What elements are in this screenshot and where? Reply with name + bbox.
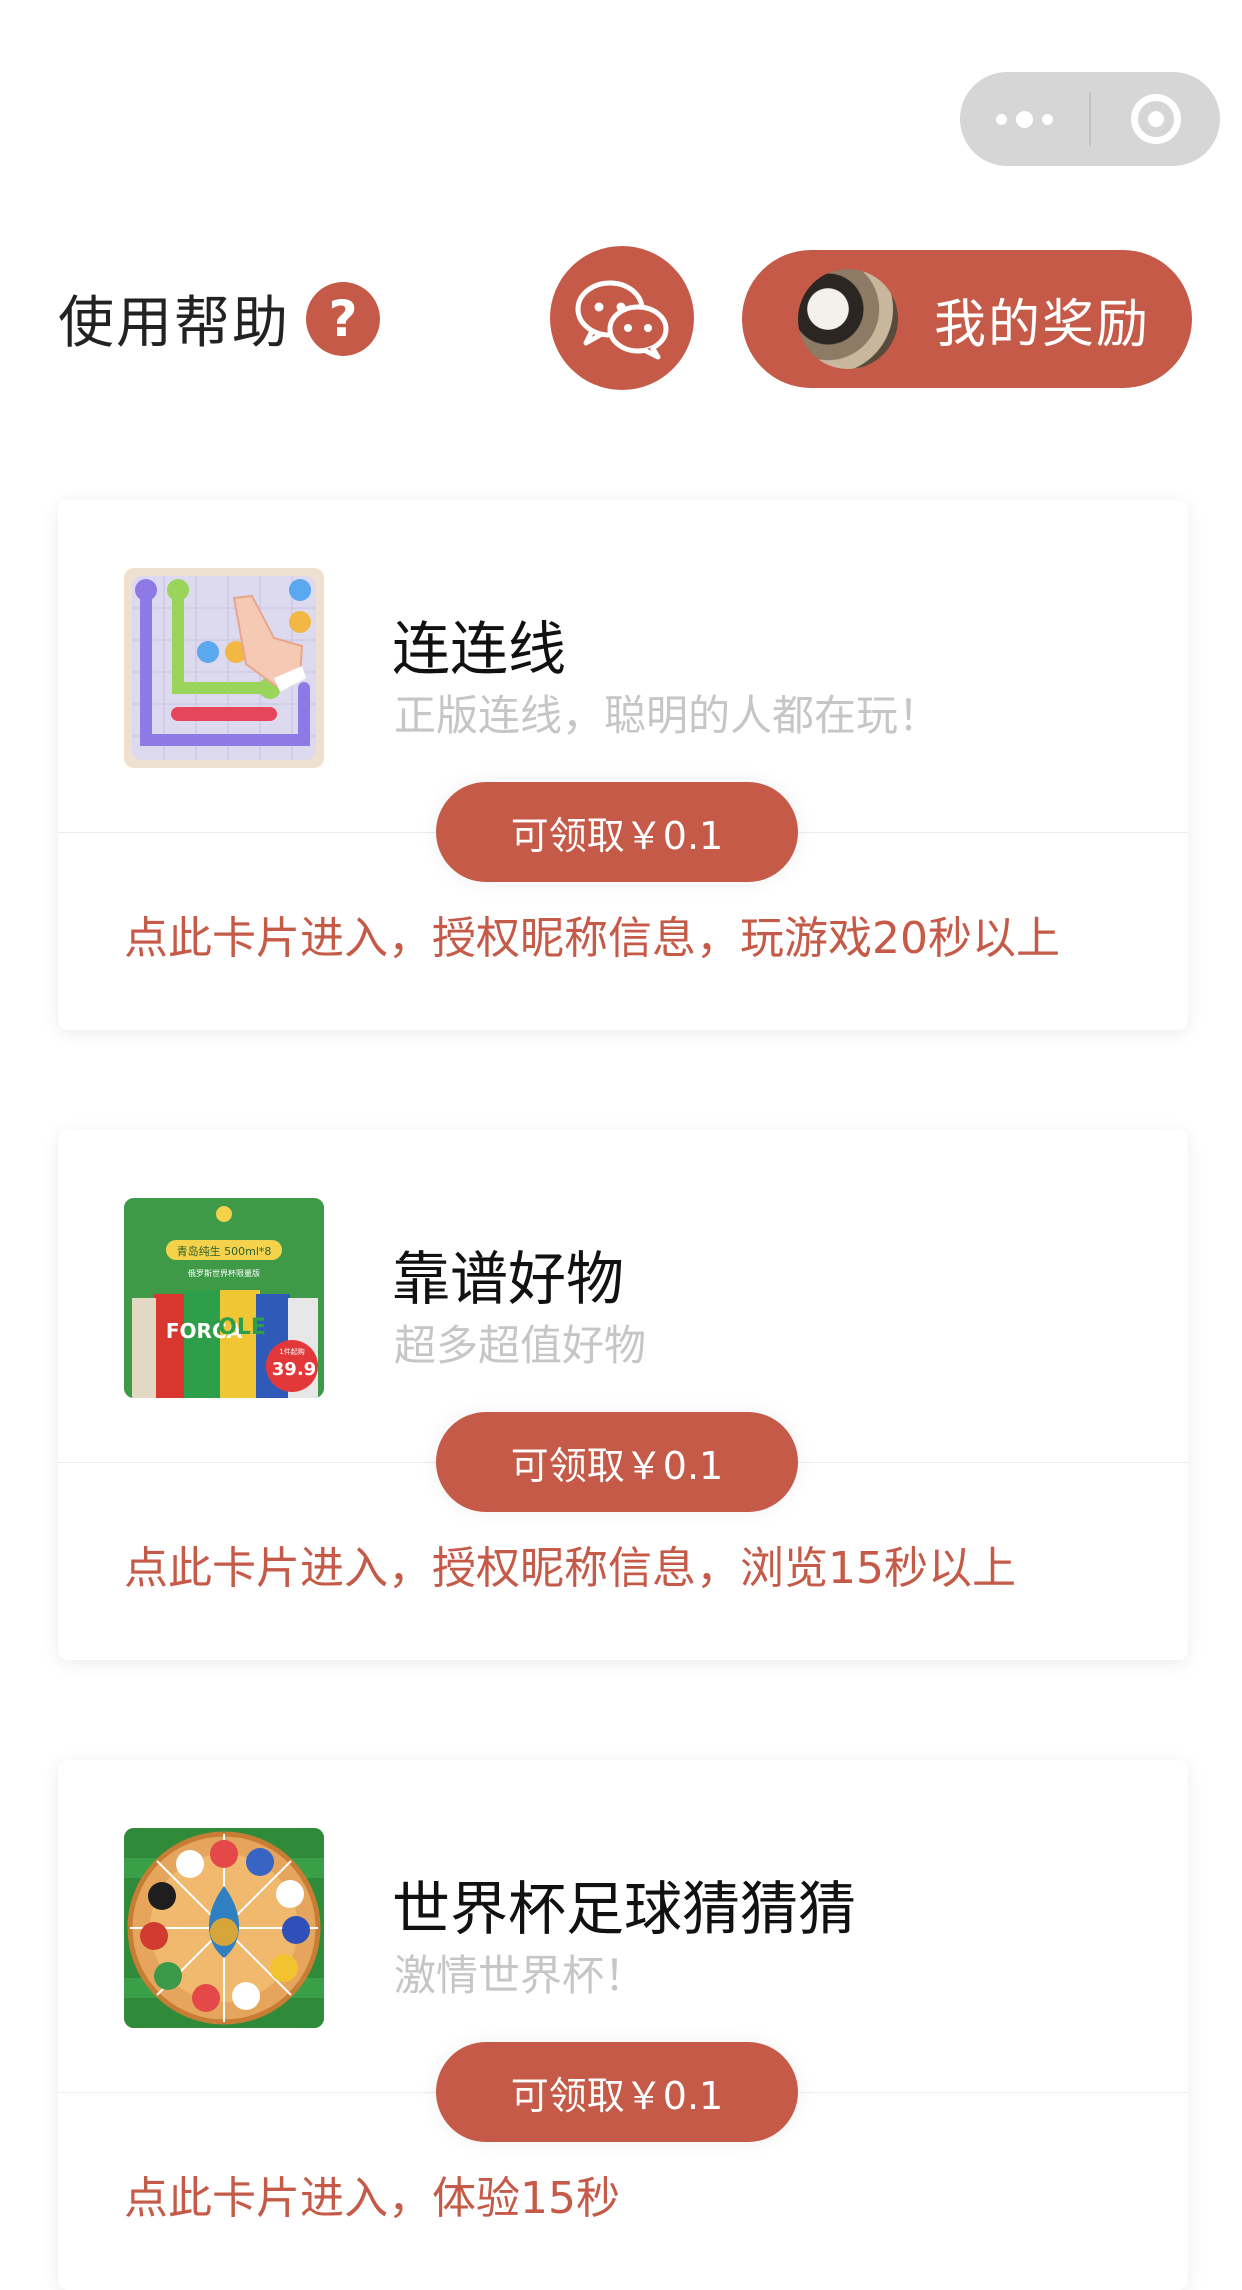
beer-promo-title: 青岛纯生 500ml*8	[177, 1244, 272, 1258]
help-label: 使用帮助	[58, 291, 290, 356]
more-button[interactable]	[960, 72, 1089, 166]
card-title: 靠谱好物	[392, 1245, 625, 1313]
card-subtitle: 激情世界杯！	[394, 1951, 647, 2000]
beer-cans-product-icon: 青岛纯生 500ml*8 俄罗斯世界杯限量版 FORCA OLE 1件起购 39…	[124, 1198, 324, 1398]
task-instruction: 点此卡片进入，体验15秒	[124, 2173, 620, 2224]
task-card-kaopu-haowu[interactable]: 青岛纯生 500ml*8 俄罗斯世界杯限量版 FORCA OLE 1件起购 39…	[58, 1130, 1188, 1660]
world-cup-wheel-icon	[124, 1828, 324, 2028]
card-title: 世界杯足球猜猜猜	[392, 1875, 857, 1943]
card-title: 连连线	[392, 615, 567, 683]
my-rewards-button[interactable]: 我的奖励	[742, 250, 1192, 388]
task-instruction: 点此卡片进入，授权昵称信息，浏览15秒以上	[124, 1543, 1016, 1594]
wechat-chat-icon	[575, 280, 669, 360]
wechat-contact-button[interactable]	[550, 246, 694, 390]
task-card-world-cup-guess[interactable]: 世界杯足球猜猜猜 激情世界杯！ 可领取￥0.1 点此卡片进入，体验15秒	[58, 1760, 1188, 2290]
avatar	[798, 269, 898, 369]
price-tag-label: 1件起购	[279, 1347, 304, 1356]
target-circle-icon	[1130, 94, 1181, 144]
claim-reward-button[interactable]: 可领取￥0.1	[436, 2042, 798, 2142]
help-link[interactable]: 使用帮助 ?	[58, 278, 380, 359]
reward-label: 我的奖励	[934, 294, 1151, 355]
more-dots-icon	[996, 110, 1053, 128]
task-card-lianlianxian[interactable]: 连连线 正版连线，聪明的人都在玩！ 可领取￥0.1 点此卡片进入，授权昵称信息，…	[58, 500, 1188, 1030]
price-tag-value: 39.9	[272, 1359, 316, 1380]
question-icon: ?	[306, 281, 380, 356]
beer-can-label-2: OLE	[218, 1315, 266, 1340]
close-mini-program-button[interactable]	[1091, 72, 1220, 166]
claim-reward-button[interactable]: 可领取￥0.1	[436, 782, 798, 882]
mini-program-capsule	[960, 72, 1220, 166]
card-subtitle: 正版连线，聪明的人都在玩！	[394, 691, 941, 740]
beer-promo-sub: 俄罗斯世界杯限量版	[188, 1268, 260, 1278]
task-instruction: 点此卡片进入，授权昵称信息，玩游戏20秒以上	[124, 913, 1060, 964]
card-subtitle: 超多超值好物	[394, 1321, 647, 1370]
line-puzzle-game-icon	[124, 568, 324, 768]
claim-reward-button[interactable]: 可领取￥0.1	[436, 1412, 798, 1512]
